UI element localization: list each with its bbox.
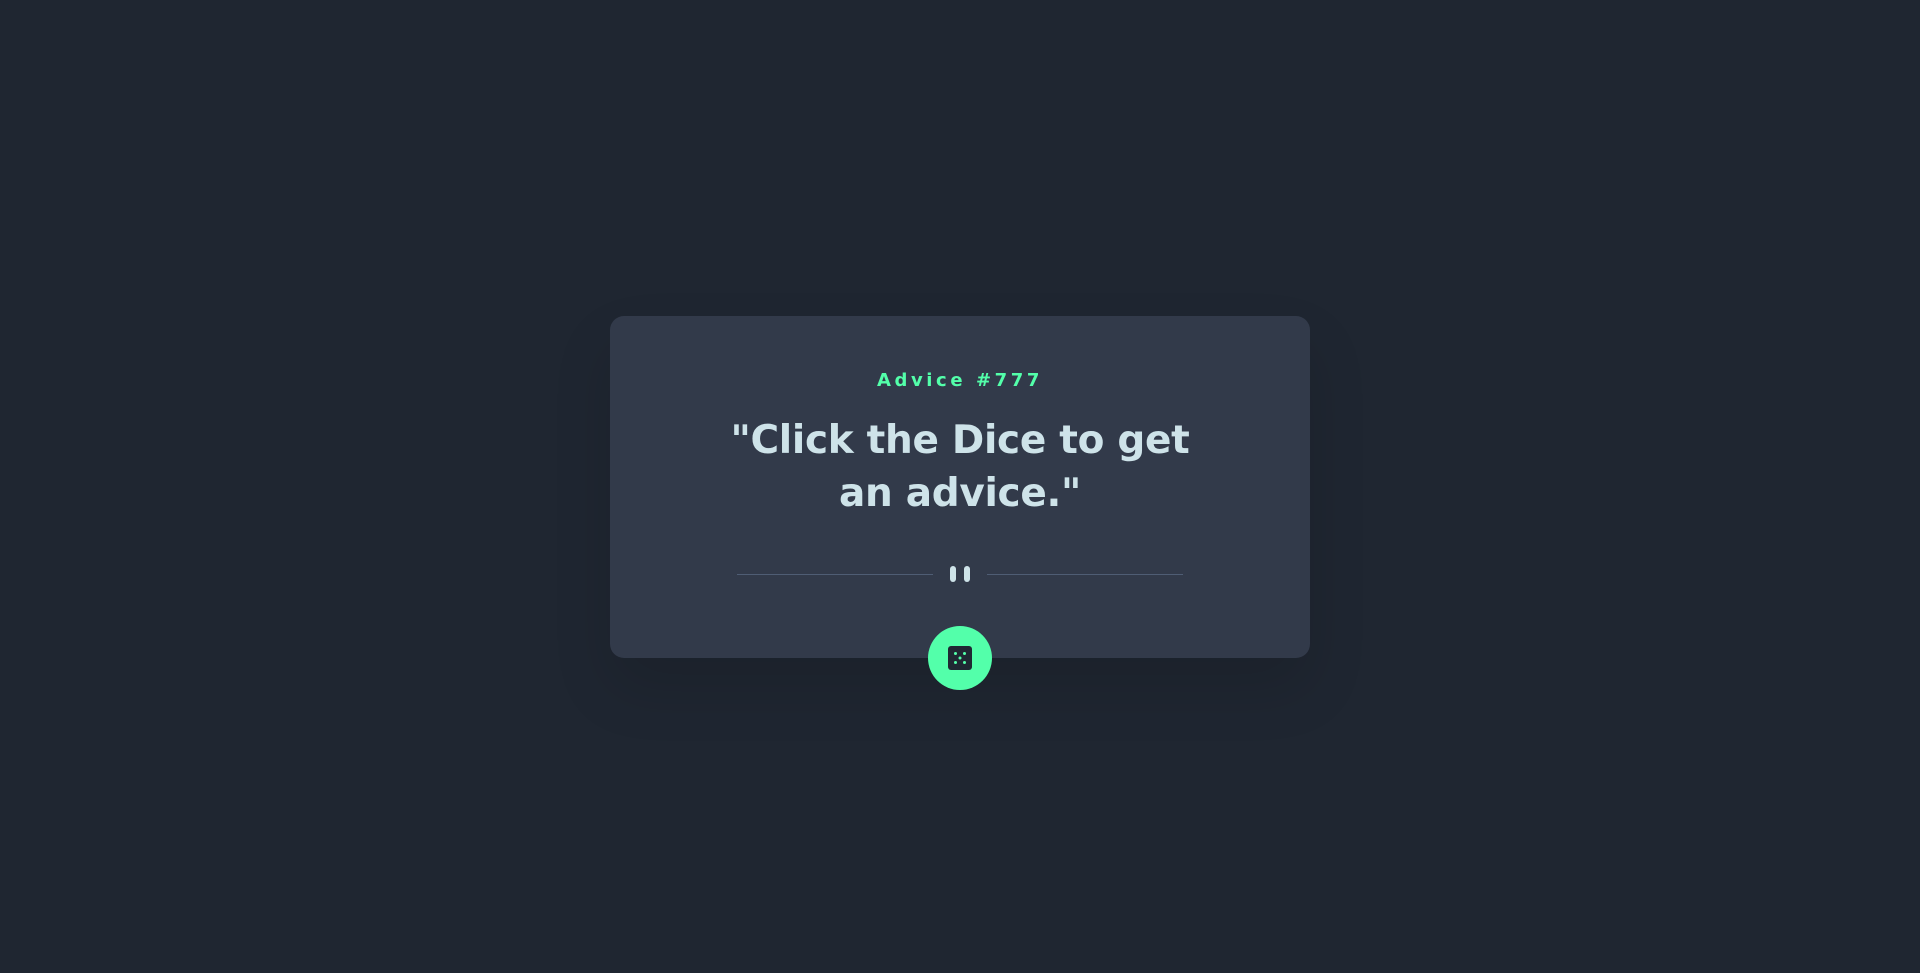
advice-quote: "Click the Dice to get an advice.": [730, 418, 1190, 516]
advice-id-label: Advice #777: [876, 370, 1044, 391]
dice-icon: [948, 646, 972, 670]
divider-line-left: [737, 574, 933, 575]
advice-card: Advice #777 "Click the Dice to get an ad…: [610, 316, 1310, 658]
dice-button[interactable]: [928, 626, 992, 690]
pause-icon: [950, 566, 970, 582]
divider-line-right: [987, 574, 1183, 575]
divider: [737, 564, 1183, 584]
